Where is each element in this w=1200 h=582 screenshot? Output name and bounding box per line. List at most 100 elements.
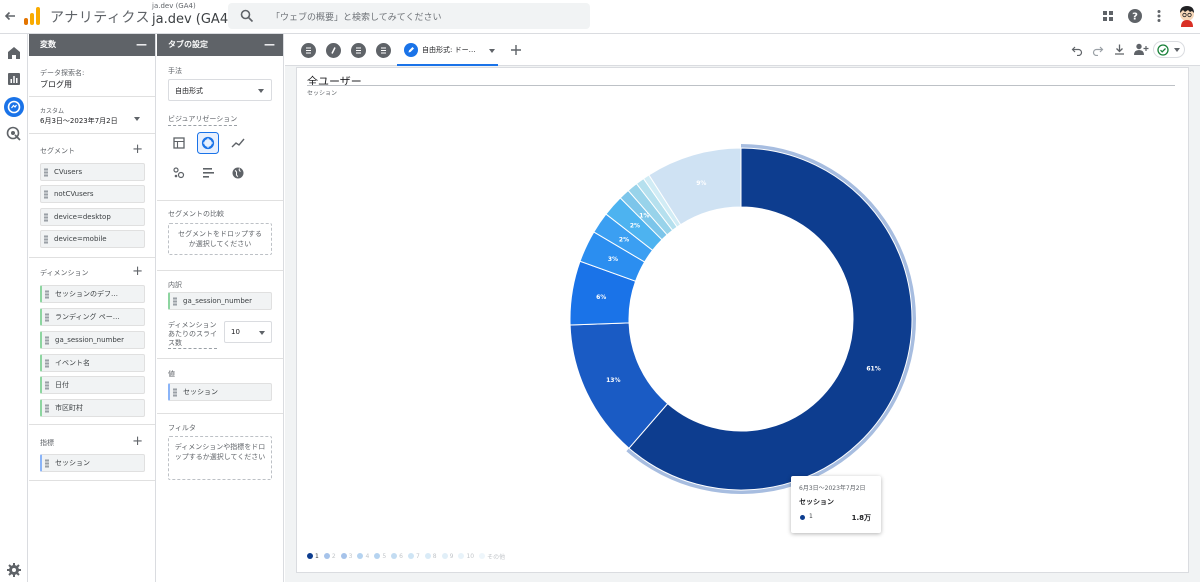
- property-selector[interactable]: ja.dev (GA4): [152, 12, 233, 27]
- drag-handle-icon[interactable]: [45, 336, 49, 345]
- more-vert-icon[interactable]: [1151, 8, 1167, 24]
- title-divider: [307, 85, 1175, 86]
- date-dropdown-arrow-icon[interactable]: [134, 117, 140, 121]
- segment-drop-zone[interactable]: セグメントをドロップするか選択してください: [168, 223, 272, 255]
- tab-1[interactable]: [301, 43, 316, 58]
- reports-icon[interactable]: [5, 70, 23, 88]
- dimension-chip[interactable]: イベント名: [40, 354, 145, 372]
- exploration-name-section: データ探索名: ブログ用: [29, 56, 155, 97]
- line-viz-icon[interactable]: [227, 132, 249, 154]
- filter-drop-zone[interactable]: ディメンションや指標をドロップするか選択してください: [168, 436, 272, 480]
- donut-viz-icon[interactable]: [197, 132, 219, 154]
- dimension-chip[interactable]: ga_session_number: [40, 331, 145, 349]
- dimension-chip[interactable]: 市区町村: [40, 399, 145, 417]
- redo-icon[interactable]: [1092, 44, 1104, 56]
- tab-dropdown-arrow-icon[interactable]: [489, 49, 495, 53]
- drag-handle-icon[interactable]: [45, 459, 49, 468]
- drag-handle-icon[interactable]: [44, 190, 48, 199]
- bar-viz-icon[interactable]: [197, 162, 219, 184]
- values-chip[interactable]: セッション: [168, 383, 272, 401]
- dimension-chip[interactable]: 日付: [40, 376, 145, 394]
- legend-item[interactable]: 1: [307, 553, 319, 560]
- scatter-viz-icon[interactable]: [168, 162, 190, 184]
- drag-handle-icon[interactable]: [45, 404, 49, 413]
- share-user-icon[interactable]: [1133, 42, 1149, 56]
- drag-handle-icon[interactable]: [45, 290, 49, 299]
- chart-tooltip: 6月3日～2023年7月2日 セッション 1 1.8万: [791, 476, 881, 533]
- legend-item[interactable]: 6: [391, 553, 403, 560]
- legend-dot: [458, 553, 465, 559]
- drag-handle-icon[interactable]: [45, 381, 49, 390]
- metric-chip[interactable]: セッション: [40, 454, 145, 472]
- breakdown-chip[interactable]: ga_session_number: [168, 292, 272, 310]
- tab-4[interactable]: [376, 43, 391, 58]
- metrics-section: 指標 + セッション: [29, 425, 155, 481]
- drag-handle-icon[interactable]: [44, 168, 48, 177]
- legend-item[interactable]: その他: [479, 552, 505, 561]
- legend-item[interactable]: 2: [323, 553, 336, 560]
- slices-dropdown[interactable]: 10: [224, 321, 272, 343]
- tab-3[interactable]: [351, 43, 366, 58]
- download-icon[interactable]: [1113, 43, 1126, 56]
- home-icon[interactable]: [5, 44, 23, 62]
- breakdown-section: 内訳 ga_session_number ディメンションあたりのスライス数 10: [157, 271, 283, 359]
- svg-text:?: ?: [1132, 12, 1138, 23]
- drag-handle-icon[interactable]: [44, 235, 48, 244]
- dimension-chip[interactable]: セッションのデフ…: [40, 285, 145, 303]
- settings-gear-icon[interactable]: [5, 561, 23, 579]
- drag-handle-icon[interactable]: [173, 388, 177, 397]
- drag-handle-icon[interactable]: [173, 297, 177, 306]
- advertising-icon[interactable]: [5, 125, 23, 143]
- drag-handle-icon[interactable]: [45, 313, 49, 322]
- segment-compare-label: セグメントの比較: [168, 210, 224, 218]
- undo-icon[interactable]: [1071, 44, 1083, 56]
- add-tab-icon[interactable]: [510, 44, 522, 56]
- analytics-logo-icon[interactable]: [23, 6, 41, 26]
- help-icon[interactable]: ?: [1127, 8, 1143, 24]
- metric-chip-label: セッション: [55, 459, 90, 467]
- explore-icon[interactable]: [3, 96, 25, 118]
- date-range-selector[interactable]: 6月3日～2023年7月2日: [40, 116, 118, 126]
- geo-map-viz-icon[interactable]: [227, 162, 249, 184]
- apps-grid-icon[interactable]: [1100, 8, 1116, 24]
- account-label[interactable]: ja.dev (GA4): [152, 2, 196, 10]
- segment-chip-label: CVusers: [54, 168, 83, 176]
- segment-chip-label: notCVusers: [54, 190, 94, 198]
- dimension-chip-label: ランディング ペー…: [55, 313, 120, 321]
- legend-item[interactable]: 8: [424, 552, 437, 560]
- tab-table-icon: [356, 47, 361, 54]
- avatar[interactable]: [1177, 5, 1197, 27]
- drag-handle-icon[interactable]: [44, 213, 48, 222]
- tab-2[interactable]: [326, 43, 341, 58]
- edit-pencil-icon: [404, 43, 418, 57]
- legend-item[interactable]: 3: [340, 553, 352, 560]
- exploration-name-field[interactable]: ブログ用: [40, 79, 72, 90]
- variables-panel-title: 変数: [40, 40, 56, 49]
- minimize-icon[interactable]: —: [136, 34, 147, 56]
- legend-item[interactable]: 10: [458, 553, 474, 560]
- segment-chip[interactable]: CVusers: [40, 163, 145, 181]
- search-input[interactable]: 「ウェブの概要」と検索してみてください: [271, 10, 441, 23]
- legend-label: 8: [432, 552, 437, 560]
- add-segment-icon[interactable]: +: [132, 143, 143, 156]
- segment-chip[interactable]: notCVusers: [40, 185, 145, 203]
- table-viz-icon[interactable]: [168, 132, 190, 154]
- add-dimension-icon[interactable]: +: [132, 265, 143, 278]
- dimension-chip[interactable]: ランディング ペー…: [40, 308, 145, 326]
- drag-handle-icon[interactable]: [45, 359, 49, 368]
- tab-active[interactable]: 自由形式: ドー…: [397, 37, 498, 66]
- legend-item[interactable]: 7: [407, 553, 420, 560]
- search-box[interactable]: 「ウェブの概要」と検索してみてください: [228, 3, 590, 29]
- add-metric-icon[interactable]: +: [132, 435, 143, 448]
- legend-item[interactable]: 9: [441, 553, 453, 560]
- status-toggle[interactable]: [1153, 41, 1185, 58]
- legend-item[interactable]: 4: [357, 553, 369, 560]
- back-arrow-icon[interactable]: [2, 8, 18, 24]
- segment-chip[interactable]: device=mobile: [40, 230, 145, 248]
- technique-dropdown[interactable]: 自由形式: [168, 79, 272, 101]
- segment-chip[interactable]: device=desktop: [40, 208, 145, 226]
- chart-subtitle: セッション: [307, 90, 338, 97]
- minimize-icon[interactable]: —: [264, 34, 275, 56]
- left-nav: [0, 34, 28, 582]
- legend-item[interactable]: 5: [374, 553, 386, 560]
